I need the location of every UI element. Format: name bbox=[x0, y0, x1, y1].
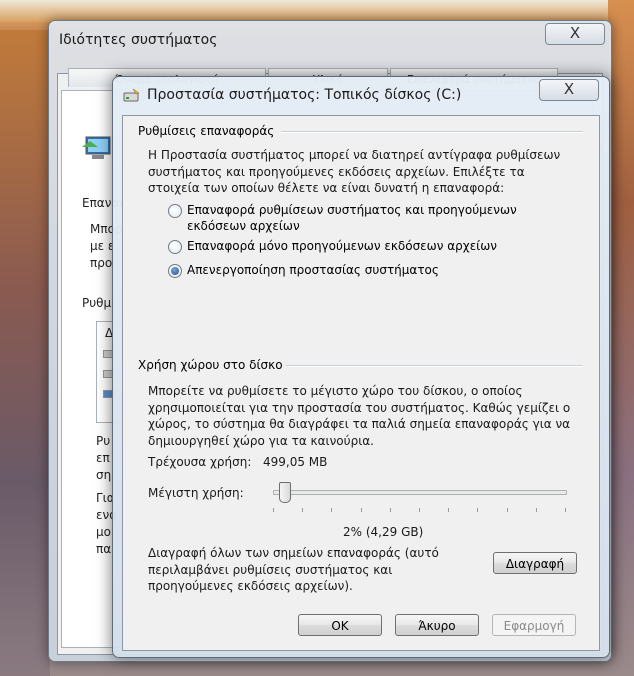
drive-settings-icon bbox=[123, 88, 140, 102]
disk-usage-heading: Χρήση χώρου στο δίσκο bbox=[138, 358, 283, 372]
group-divider bbox=[281, 131, 583, 133]
slider-tick bbox=[273, 508, 274, 512]
slider-tick bbox=[361, 508, 362, 512]
slider-track bbox=[273, 490, 567, 495]
cancel-button[interactable]: Άκυρο bbox=[395, 614, 479, 636]
frag-6: Ρυ bbox=[96, 434, 111, 448]
slider-tick bbox=[390, 508, 391, 512]
wallpaper-arch-top bbox=[0, 0, 634, 22]
frag-12: πα bbox=[96, 542, 112, 556]
radio-restore-settings-and-files[interactable] bbox=[168, 204, 182, 218]
frag-3: προ bbox=[90, 256, 113, 270]
wallpaper-rock-left bbox=[0, 30, 50, 676]
radio-label-restore-settings-and-files[interactable]: Επαναφορά ρυθμίσεων συστήματος και προηγ… bbox=[187, 202, 547, 234]
restore-settings-heading: Ρυθμίσεις επαναφοράς bbox=[138, 124, 275, 138]
radio-label-disable-protection[interactable]: Απενεργοποίηση προστασίας συστήματος bbox=[187, 262, 439, 278]
frag-7: επ bbox=[96, 451, 110, 465]
slider-tick bbox=[302, 508, 303, 512]
system-protection-icon bbox=[82, 136, 111, 159]
frag-8: ση bbox=[96, 468, 112, 482]
dialog-title: Προστασία συστήματος: Τοπικός δίσκος (C:… bbox=[147, 87, 462, 103]
max-usage-slider[interactable] bbox=[273, 478, 569, 514]
slider-tick bbox=[565, 508, 566, 512]
frag-4: Ρυθμ bbox=[82, 296, 112, 310]
radio-restore-files-only[interactable] bbox=[168, 240, 182, 254]
max-usage-label: Μέγιστη χρήση: bbox=[148, 486, 244, 500]
frag-11: μο bbox=[96, 525, 111, 539]
apply-button[interactable]: Εφαρμογή bbox=[492, 614, 576, 636]
close-icon: X bbox=[569, 24, 581, 42]
delete-description: Διαγραφή όλων των σημείων επαναφοράς (αυ… bbox=[148, 546, 439, 593]
close-button[interactable]: X bbox=[539, 79, 599, 101]
current-usage-label: Τρέχουσα χρήση: bbox=[148, 455, 252, 469]
radio-disable-protection[interactable] bbox=[168, 264, 182, 278]
delete-button[interactable]: Διαγραφή bbox=[493, 552, 577, 574]
slider-tick bbox=[419, 508, 420, 512]
close-button[interactable]: X bbox=[545, 23, 605, 45]
restore-settings-description: Η Προστασία συστήματος μπορεί να διατηρε… bbox=[148, 148, 561, 195]
dialog-client-area: Ρυθμίσεις επαναφοράς Η Προστασία συστήμα… bbox=[122, 115, 600, 651]
group-divider bbox=[286, 365, 583, 367]
radio-label-restore-files-only[interactable]: Επαναφορά μόνο προηγούμενων εκδόσεων αρχ… bbox=[187, 238, 497, 254]
current-usage-value: 499,05 MB bbox=[263, 455, 328, 469]
slider-tick bbox=[331, 508, 332, 512]
system-protection-dialog: Προστασία συστήματος: Τοπικός δίσκος (C:… bbox=[112, 76, 610, 658]
frag-2: με ε bbox=[90, 239, 115, 253]
slider-tick bbox=[536, 508, 537, 512]
ok-button[interactable]: OK bbox=[298, 614, 382, 636]
slider-readout: 2% (4,29 GB) bbox=[343, 525, 424, 539]
slider-tick bbox=[448, 508, 449, 512]
disk-usage-description: Μπορείτε να ρυθμίσετε το μέγιστο χώρο το… bbox=[148, 384, 571, 448]
slider-tick bbox=[507, 508, 508, 512]
window-title: Ιδιότητες συστήματος bbox=[59, 32, 218, 48]
slider-thumb[interactable] bbox=[278, 482, 291, 503]
slider-tick bbox=[477, 508, 478, 512]
close-icon: X bbox=[563, 80, 575, 98]
